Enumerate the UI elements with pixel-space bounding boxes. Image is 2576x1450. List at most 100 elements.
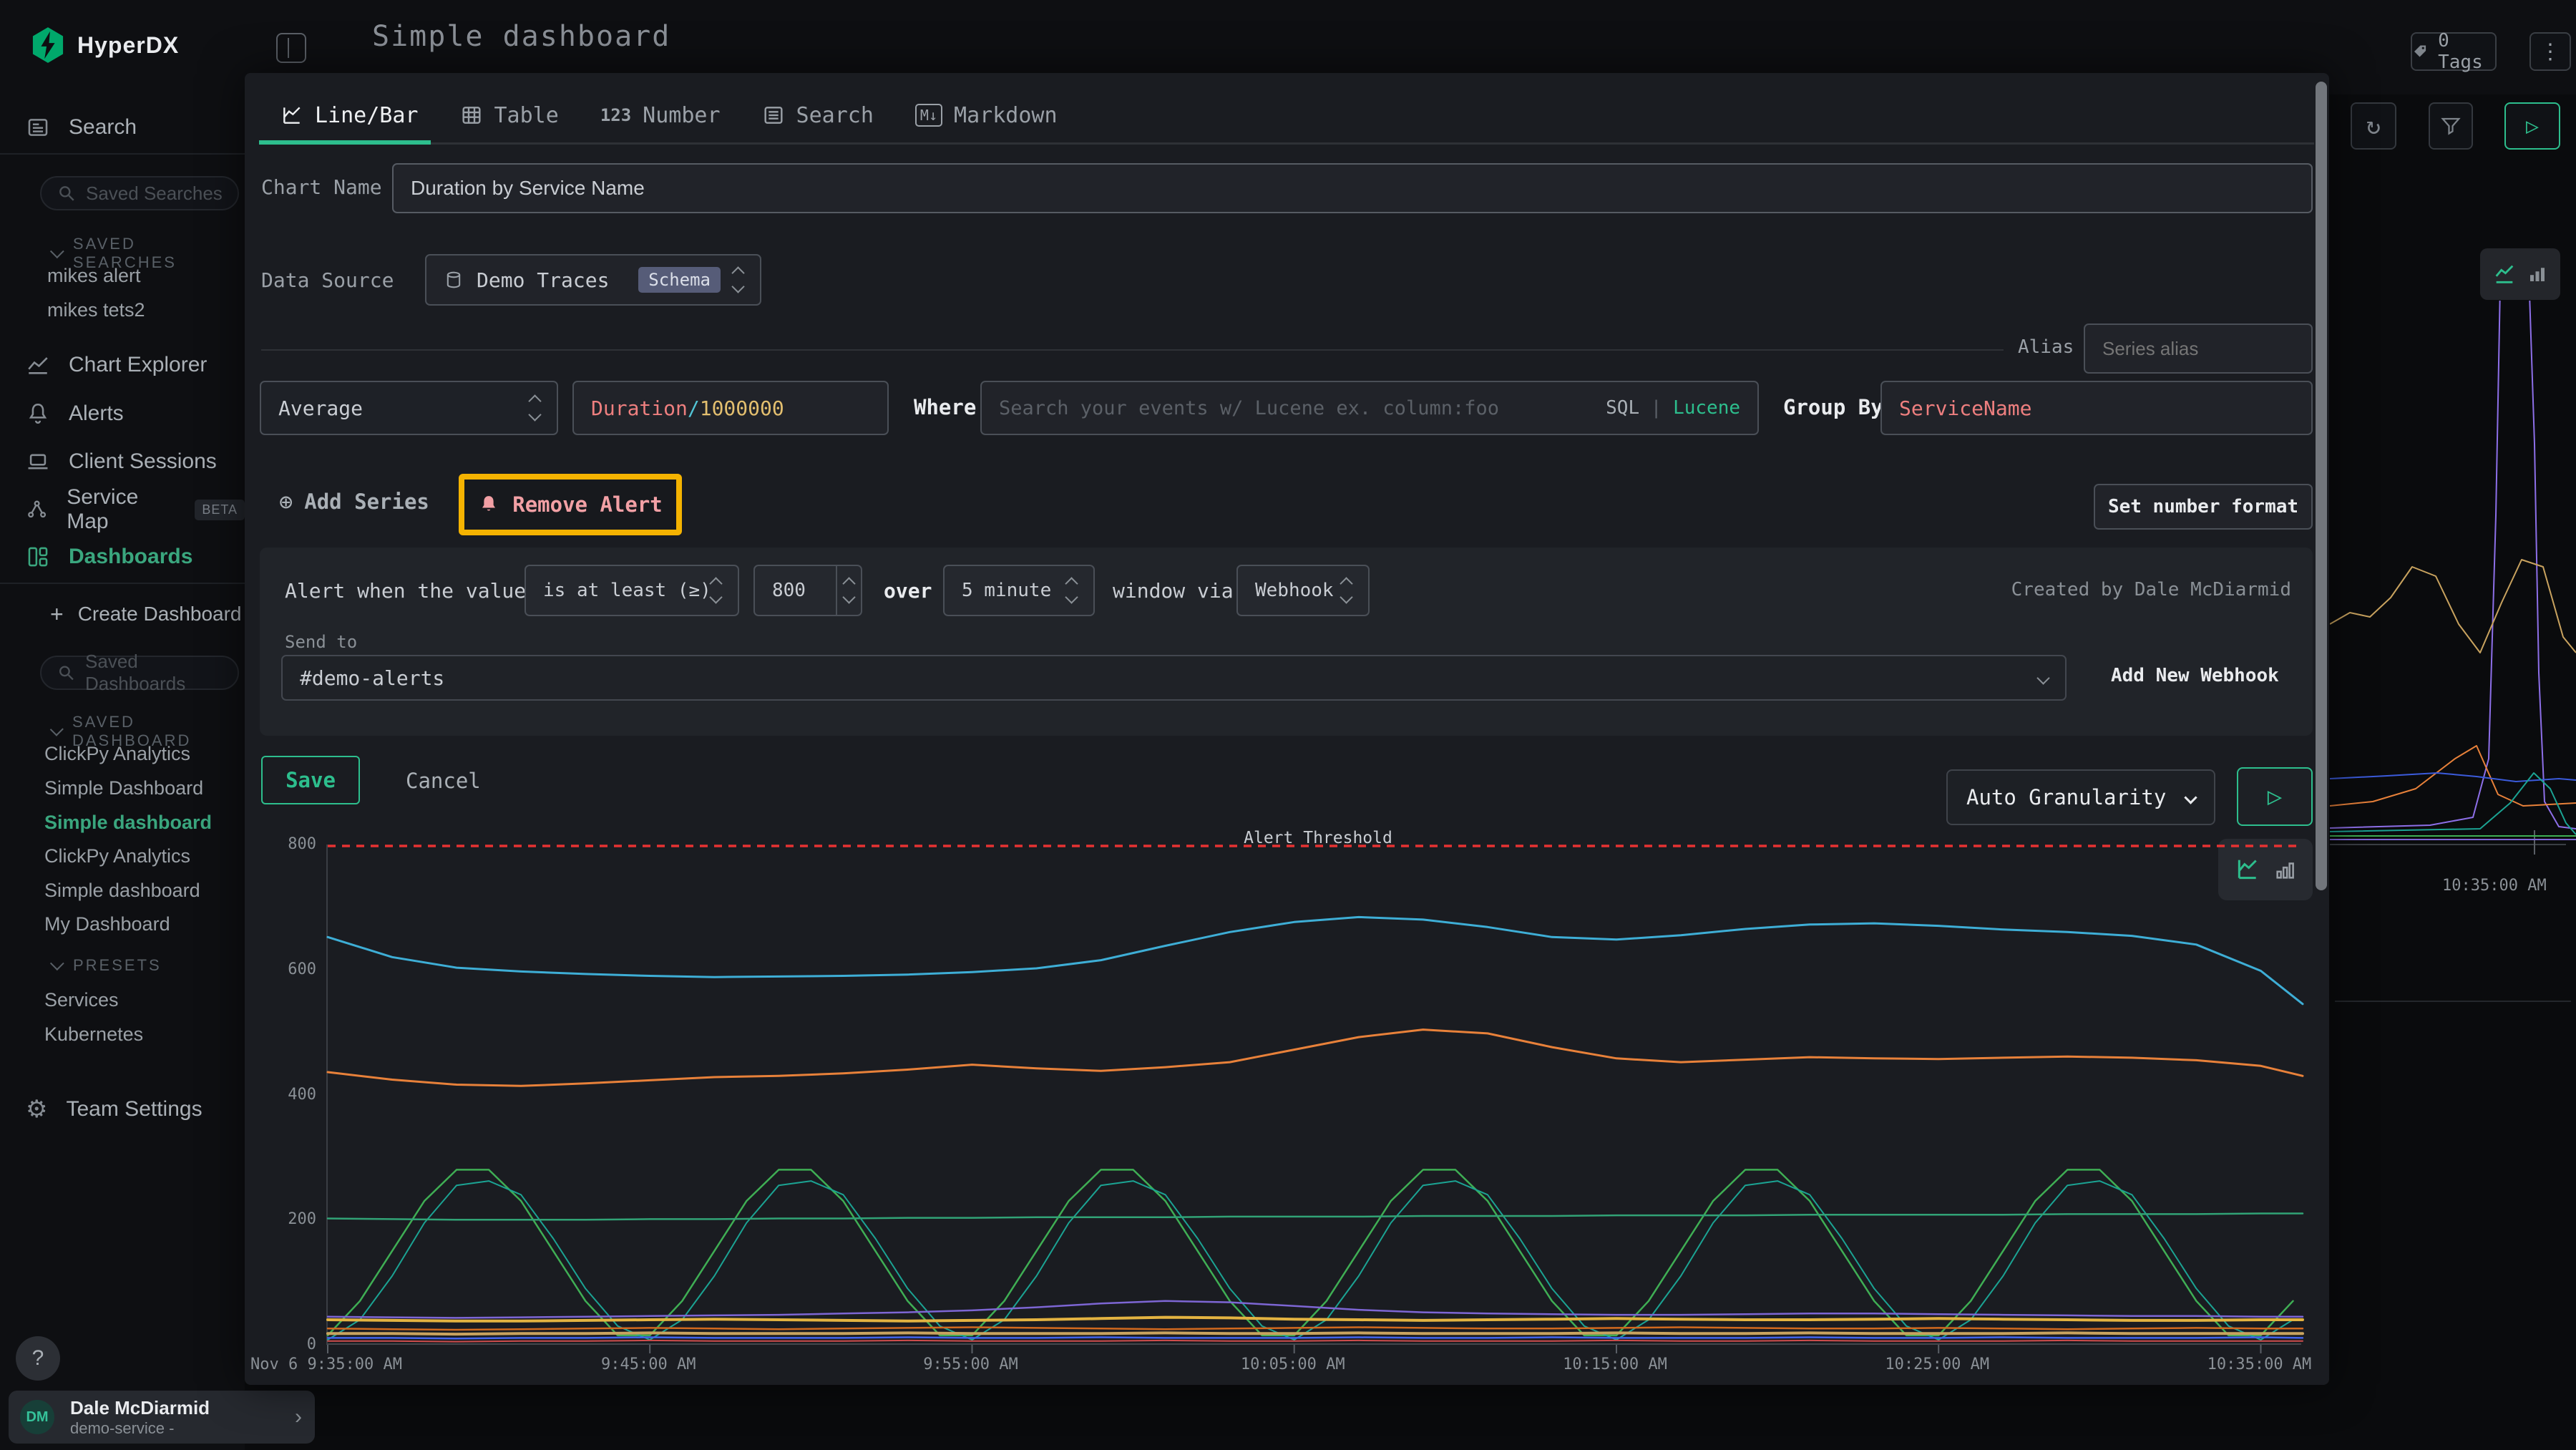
series-service-yellow bbox=[328, 1318, 2303, 1321]
lang-lucene[interactable]: Lucene bbox=[1673, 397, 1740, 419]
aggregation-select[interactable]: Average bbox=[260, 381, 558, 435]
sidebar-item-service-map[interactable]: Service Map BETA bbox=[0, 490, 245, 530]
x-axis-tick-label: Nov 6 9:35:00 AM bbox=[250, 1356, 402, 1373]
select-chevrons-icon bbox=[1342, 579, 1351, 602]
play-icon: ▷ bbox=[2268, 782, 2282, 811]
sidebar-item-alerts[interactable]: Alerts bbox=[0, 394, 245, 434]
divider bbox=[261, 349, 2004, 351]
dashboard-item-active[interactable]: Simple dashboard bbox=[44, 812, 212, 834]
dashboard-item[interactable]: Simple dashboard bbox=[44, 880, 200, 902]
cancel-button[interactable]: Cancel bbox=[406, 769, 481, 793]
series-service-orange bbox=[328, 1030, 2303, 1086]
modal-scrollbar[interactable] bbox=[2316, 82, 2327, 890]
hyperdx-logo-icon bbox=[31, 26, 64, 64]
filter-button[interactable] bbox=[2429, 102, 2473, 150]
chevron-down-icon bbox=[2036, 671, 2049, 684]
chevron-right-icon: › bbox=[295, 1405, 302, 1429]
over-label: over bbox=[884, 579, 932, 603]
alert-prefix-label: Alert when the value bbox=[285, 579, 526, 603]
expression-field: Duration bbox=[591, 396, 688, 420]
x-axis-tick-label: 10:15:00 AM bbox=[1563, 1356, 1667, 1373]
panel-glyph bbox=[281, 38, 289, 58]
x-axis-tick-label: 10:35:00 AM bbox=[2207, 1356, 2312, 1373]
tab-search[interactable]: Search bbox=[762, 103, 874, 128]
granularity-select[interactable]: Auto Granularity bbox=[1946, 769, 2215, 825]
sidebar-item-chart-explorer[interactable]: Chart Explorer bbox=[0, 345, 245, 385]
saved-search-item[interactable]: mikes tets2 bbox=[47, 299, 145, 321]
preset-item[interactable]: Kubernetes bbox=[44, 1023, 143, 1046]
dashboard-item[interactable]: ClickPy Analytics bbox=[44, 743, 190, 765]
where-label: Where bbox=[914, 395, 976, 419]
dashboard-item[interactable]: Simple Dashboard bbox=[44, 777, 203, 799]
line-chart-icon bbox=[2492, 262, 2517, 286]
presets-header[interactable]: PRESETS bbox=[50, 956, 162, 975]
table-icon bbox=[460, 104, 483, 127]
tab-number[interactable]: 123 Number bbox=[600, 103, 721, 128]
chevron-down-icon bbox=[2184, 791, 2197, 804]
alert-channel-select[interactable]: Webhook bbox=[1236, 565, 1370, 616]
chart-type-tabs: Line/Bar Table 123 Number Search M↓ Mark… bbox=[280, 93, 1058, 137]
avatar: DM bbox=[20, 1400, 54, 1434]
series-service-blue bbox=[328, 917, 2303, 1003]
saved-search-item[interactable]: mikes alert bbox=[47, 265, 141, 287]
sidebar-item-dashboards[interactable]: Dashboards bbox=[0, 537, 245, 577]
chevron-down-icon bbox=[50, 956, 64, 970]
dashboard-item[interactable]: My Dashboard bbox=[44, 913, 170, 935]
query-language-switch[interactable]: SQL | Lucene bbox=[1606, 397, 1740, 419]
set-number-format-button[interactable]: Set number format bbox=[2094, 484, 2313, 530]
run-chart-button[interactable]: ▷ bbox=[2237, 767, 2313, 826]
line-bar-icon bbox=[280, 104, 303, 127]
schema-badge: Schema bbox=[638, 267, 721, 293]
sidebar-item-search[interactable]: Search bbox=[0, 107, 245, 147]
series-service-red-low bbox=[328, 1340, 2303, 1342]
tab-table[interactable]: Table bbox=[460, 103, 559, 128]
tab-line-bar[interactable]: Line/Bar bbox=[280, 103, 419, 128]
where-search-input[interactable]: Search your events w/ Lucene ex. column:… bbox=[980, 381, 1759, 435]
alert-condition-select[interactable]: is at least (≥) bbox=[525, 565, 739, 616]
sidebar-item-team-settings[interactable]: ⚙ Team Settings bbox=[0, 1089, 245, 1129]
run-query-button[interactable]: ▷ bbox=[2504, 102, 2560, 150]
group-by-input[interactable]: ServiceName bbox=[1880, 381, 2313, 435]
lang-sql[interactable]: SQL bbox=[1606, 397, 1639, 419]
more-menu-button[interactable]: ⋮ bbox=[2529, 32, 2571, 71]
alert-window-select[interactable]: 5 minute bbox=[943, 565, 1095, 616]
saved-dashboards-input[interactable]: Saved Dashboards bbox=[40, 656, 239, 690]
preset-item[interactable]: Services bbox=[44, 989, 119, 1011]
data-source-select[interactable]: Demo Traces Schema bbox=[425, 254, 761, 306]
refresh-button[interactable]: ↻ bbox=[2351, 102, 2396, 150]
timeseries-chart[interactable] bbox=[326, 845, 2301, 1345]
create-dashboard-button[interactable]: + Create Dashboard bbox=[0, 594, 245, 634]
remove-alert-button-highlighted[interactable]: Remove Alert bbox=[459, 474, 682, 535]
sidebar-item-label: Search bbox=[69, 115, 137, 140]
saved-searches-input[interactable]: Saved Searches bbox=[40, 176, 239, 210]
play-icon: ▷ bbox=[2526, 114, 2539, 139]
bg-chart-type-toggle[interactable] bbox=[2480, 248, 2560, 300]
brand[interactable]: HyperDX bbox=[31, 26, 179, 64]
number-stepper[interactable] bbox=[836, 566, 861, 615]
bell-icon bbox=[26, 402, 50, 426]
add-series-button[interactable]: ⊕ Add Series bbox=[279, 488, 429, 515]
add-webhook-button[interactable]: Add New Webhook bbox=[2111, 665, 2279, 686]
series-service-green-wave bbox=[328, 1169, 2293, 1335]
chart-name-label: Chart Name bbox=[261, 175, 382, 199]
help-button[interactable]: ? bbox=[16, 1336, 60, 1381]
divider bbox=[0, 153, 245, 155]
tags-button[interactable]: 0 Tags bbox=[2411, 32, 2497, 71]
tab-markdown[interactable]: M↓ Markdown bbox=[915, 103, 1058, 128]
expression-input[interactable]: Duration/1000000 bbox=[572, 381, 889, 435]
user-card[interactable]: DM Dale McDiarmid demo-service - › bbox=[9, 1391, 315, 1444]
alias-input[interactable] bbox=[2084, 323, 2313, 374]
markdown-icon: M↓ bbox=[915, 104, 942, 127]
sidebar-collapse-icon[interactable] bbox=[276, 33, 306, 63]
aggregation-value: Average bbox=[278, 396, 363, 420]
alert-threshold-input[interactable]: 800 bbox=[753, 565, 862, 616]
select-chevrons-icon bbox=[733, 268, 743, 291]
dashboard-item[interactable]: ClickPy Analytics bbox=[44, 845, 190, 867]
save-button[interactable]: Save bbox=[261, 756, 360, 804]
series-service-tan bbox=[328, 1333, 2303, 1334]
sidebar-item-client-sessions[interactable]: Client Sessions bbox=[0, 442, 245, 482]
send-to-select[interactable]: #demo-alerts bbox=[281, 655, 2067, 701]
chevron-down-icon bbox=[50, 723, 64, 736]
chart-name-input[interactable] bbox=[392, 163, 2313, 213]
brand-name: HyperDX bbox=[77, 32, 179, 59]
